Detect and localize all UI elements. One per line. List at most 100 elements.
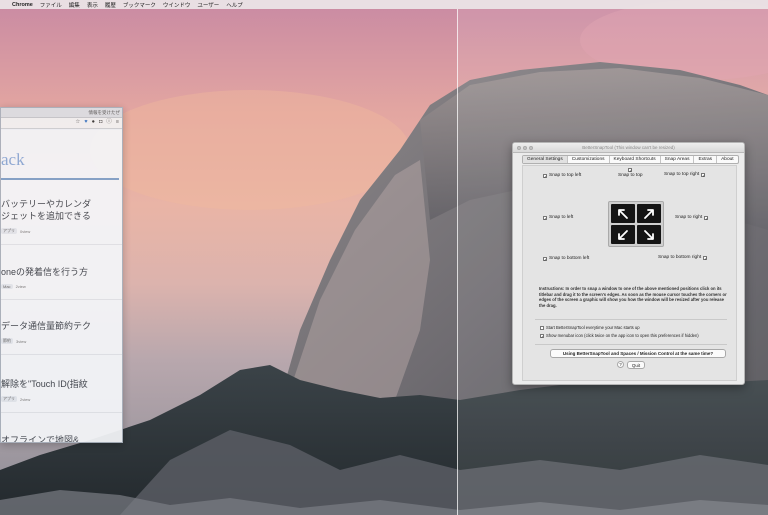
header-rule — [1, 178, 119, 180]
tab-about[interactable]: About — [717, 156, 738, 163]
general-settings-panel: ✓ Snap to top left ✓ Snap to top Snap to… — [522, 165, 737, 381]
menu-edit[interactable]: 編集 — [69, 1, 80, 9]
option-snap-right[interactable]: Snap to right ✓ — [675, 215, 709, 221]
label-show-menubar-icon: Show menubar icon (click twice on the ap… — [546, 333, 699, 338]
arrow-up-right-icon — [644, 208, 654, 219]
article-tag[interactable]: アプリ — [1, 396, 17, 402]
article-divider — [1, 412, 122, 413]
article-tag[interactable]: 節約 — [1, 338, 13, 344]
chrome-menu-icon[interactable]: ≡ — [116, 120, 119, 126]
article-tag[interactable]: アプリ — [1, 228, 17, 234]
snap-top-left-cell — [611, 204, 635, 223]
tab-general-settings[interactable]: General Settings — [523, 156, 568, 163]
tab-keyboard-shortcuts[interactable]: Keyboard Shortcuts — [610, 156, 661, 163]
article-views: 2view — [15, 284, 26, 289]
label-snap-bottom-left: Snap to bottom left — [549, 256, 590, 261]
menu-app-name[interactable]: Chrome — [12, 2, 33, 8]
pocket-icon[interactable]: ♥ — [84, 120, 87, 126]
zoom-button[interactable] — [529, 146, 533, 150]
label-start-at-login: Start BetterSnapTool everytime your Mac … — [546, 325, 640, 330]
traffic-lights — [517, 146, 533, 150]
label-snap-left: Snap to left — [549, 215, 574, 220]
option-snap-bottom-right[interactable]: Snap to bottom right ✓ — [658, 255, 708, 261]
site-logo[interactable]: ack — [1, 150, 25, 170]
menu-help[interactable]: ヘルプ — [226, 1, 243, 9]
panel-divider — [535, 344, 727, 345]
menu-bookmarks[interactable]: ブックマーク — [123, 1, 156, 9]
article-meta: アプリ 2view — [1, 396, 122, 402]
article-item[interactable]: バッテリーやカレンダ ジェットを追加できる アプリ 0view — [1, 198, 122, 245]
tab-customizations[interactable]: Customizations — [568, 156, 610, 163]
label-snap-bottom-right: Snap to bottom right — [658, 255, 702, 260]
window-titlebar[interactable]: BetterSnapTool (This window can't be res… — [513, 143, 744, 153]
window-title: BetterSnapTool (This window can't be res… — [582, 145, 675, 150]
tab-snap-areas[interactable]: Snap Areas — [661, 156, 695, 163]
checkbox-snap-right[interactable]: ✓ — [704, 215, 709, 221]
extension-icon[interactable]: ● — [92, 120, 95, 126]
chrome-tab-bar: 情報を受けたぜ — [1, 108, 122, 118]
checkbox-snap-top-right[interactable]: ✓ — [701, 172, 706, 178]
menu-file[interactable]: ファイル — [40, 1, 62, 9]
article-item[interactable]: データ通信量節約テク 節約 3view — [1, 320, 122, 355]
menu-view[interactable]: 表示 — [87, 1, 98, 9]
article-meta: 節約 3view — [1, 338, 122, 344]
article-meta: Mac 2view — [1, 284, 122, 289]
arrow-down-right-icon — [644, 229, 654, 240]
chrome-tab[interactable]: 情報を受けたぜ — [89, 110, 121, 116]
checkbox-snap-top-left[interactable]: ✓ — [543, 173, 547, 179]
save-icon[interactable]: ◘ — [99, 120, 102, 126]
bookmark-star-icon[interactable]: ☆ — [75, 120, 80, 126]
spaces-mission-control-button[interactable]: Using BetterSnapTool and Spaces / Missio… — [550, 349, 726, 358]
article-tag[interactable]: Mac — [1, 284, 13, 289]
minimize-button[interactable] — [523, 146, 527, 150]
panel-divider — [535, 319, 727, 320]
tab-extras[interactable]: Extras — [694, 156, 718, 163]
web-page: ack バッテリーやカレンダ ジェットを追加できる アプリ 0view oneの… — [1, 130, 122, 442]
article-item[interactable]: オフラインで地図& — [1, 434, 122, 442]
article-title-line[interactable]: 解除を"Touch ID(指紋 — [1, 378, 122, 390]
option-show-menubar-icon[interactable]: ✓ Show menubar icon (click twice on the … — [540, 333, 699, 339]
option-snap-top[interactable]: ✓ Snap to top — [618, 168, 643, 178]
menu-bar: Chrome ファイル 編集 表示 履歴 ブックマーク ウインドウ ユーザー ヘ… — [0, 0, 768, 9]
option-snap-bottom-left[interactable]: ✓ Snap to bottom left — [543, 256, 590, 262]
checkbox-show-menubar-icon[interactable]: ✓ — [540, 333, 544, 339]
article-views: 3view — [16, 338, 27, 344]
close-button[interactable] — [517, 146, 521, 150]
article-views: 0view — [20, 228, 31, 234]
article-item[interactable]: oneの発着信を行う方 Mac 2view — [1, 266, 122, 300]
checkbox-snap-bottom-left[interactable]: ✓ — [543, 256, 547, 262]
arrow-down-left-icon — [618, 229, 628, 240]
article-meta: アプリ 0view — [1, 228, 122, 234]
menu-user[interactable]: ユーザー — [197, 1, 219, 9]
snap-top-right-cell — [637, 204, 661, 223]
article-title-line[interactable]: oneの発着信を行う方 — [1, 266, 122, 278]
article-title-line[interactable]: ジェットを追加できる — [1, 210, 122, 222]
chrome-window: 情報を受けたぜ ☆ ♥ ● ◘ ⓘ ≡ ack バッテリーやカレンダ ジェットを… — [0, 107, 123, 443]
menu-history[interactable]: 履歴 — [105, 1, 116, 9]
option-snap-left[interactable]: ✓ Snap to left — [543, 215, 574, 221]
chrome-toolbar: ☆ ♥ ● ◘ ⓘ ≡ — [1, 118, 122, 129]
checkbox-snap-bottom-right[interactable]: ✓ — [703, 255, 708, 261]
label-snap-top-right: Snap to top right — [664, 172, 700, 177]
article-title-line[interactable]: バッテリーやカレンダ — [1, 198, 122, 210]
preferences-tabs: General Settings Customizations Keyboard… — [522, 155, 739, 164]
checkbox-start-at-login[interactable] — [540, 325, 544, 330]
option-snap-top-right[interactable]: Snap to top right ✓ — [664, 172, 706, 178]
instructions-text: Instructions: In order to snap a window … — [539, 286, 727, 308]
option-snap-top-left[interactable]: ✓ Snap to top left — [543, 173, 581, 179]
option-start-at-login[interactable]: Start BetterSnapTool everytime your Mac … — [540, 325, 640, 330]
article-item[interactable]: 解除を"Touch ID(指紋 アプリ 2view — [1, 378, 122, 413]
article-divider — [1, 244, 122, 245]
article-title-line[interactable]: オフラインで地図& — [1, 434, 122, 442]
menu-window[interactable]: ウインドウ — [163, 1, 191, 9]
quit-button[interactable]: Quit — [627, 361, 645, 369]
label-snap-right: Snap to right — [675, 215, 703, 220]
checkbox-snap-left[interactable]: ✓ — [543, 215, 547, 221]
article-divider — [1, 299, 122, 300]
snap-direction-graphic — [608, 201, 664, 247]
checkbox-snap-top[interactable]: ✓ — [628, 168, 633, 173]
info-icon[interactable]: ⓘ — [106, 120, 112, 126]
article-title-line[interactable]: データ通信量節約テク — [1, 320, 122, 332]
help-button[interactable]: ? — [617, 361, 624, 368]
snap-area-divider — [457, 9, 458, 515]
